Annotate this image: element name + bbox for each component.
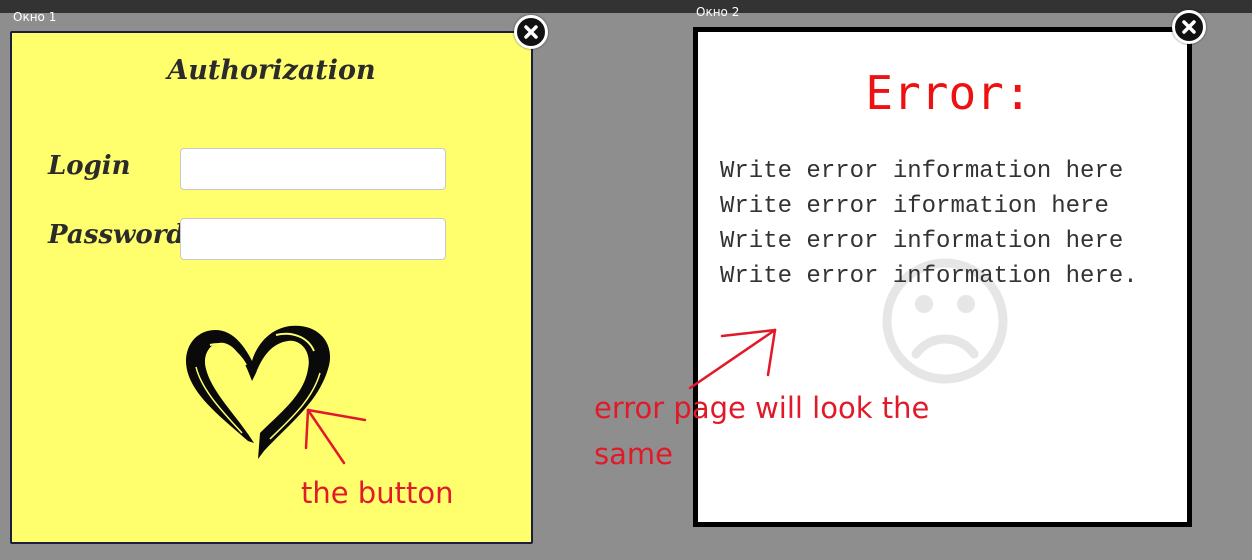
button-annotation: the button	[301, 476, 454, 510]
error-annotation-line1: error page will look the	[594, 391, 930, 425]
error-annotation-line2: same	[594, 437, 673, 471]
arrow-to-error-window-icon	[688, 328, 777, 390]
arrow-to-button-icon	[304, 408, 367, 465]
